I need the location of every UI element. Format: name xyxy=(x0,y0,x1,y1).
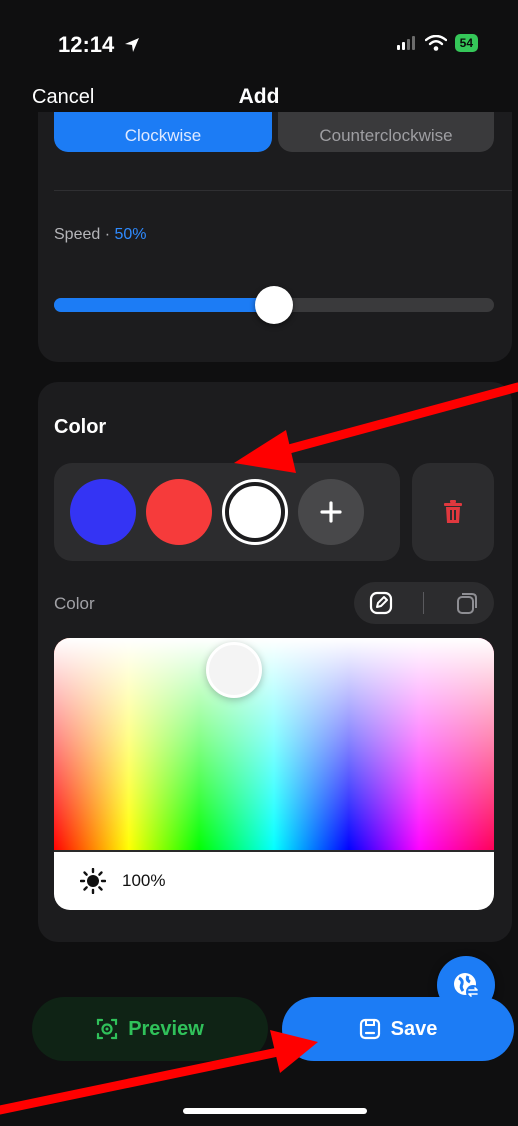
speed-slider[interactable] xyxy=(54,286,494,324)
color-swatch-white-selected[interactable] xyxy=(225,482,285,542)
wifi-icon xyxy=(424,35,447,51)
swatch-bar xyxy=(54,463,400,561)
copy-icon[interactable] xyxy=(455,591,479,615)
preview-label: Preview xyxy=(128,1017,204,1040)
counterclockwise-button[interactable]: Counterclockwise xyxy=(278,112,494,152)
motion-settings-card: Clockwise Counterclockwise Speed · 50% xyxy=(38,112,512,362)
save-icon xyxy=(359,1018,380,1040)
speed-slider-thumb[interactable] xyxy=(255,286,293,324)
color-mode-toggle xyxy=(354,582,494,624)
home-indicator xyxy=(183,1108,367,1114)
cancel-button[interactable]: Cancel xyxy=(32,86,94,109)
speed-label: Speed · 50% xyxy=(54,226,147,244)
color-swatch-blue[interactable] xyxy=(70,479,136,545)
save-button[interactable]: Save xyxy=(282,997,514,1061)
location-arrow-icon xyxy=(125,38,140,52)
plus-icon xyxy=(320,501,342,523)
color-mode-label: Color xyxy=(54,594,95,613)
battery-badge: 54 xyxy=(454,34,478,52)
cellular-signal-icon xyxy=(396,36,415,50)
sun-icon xyxy=(80,868,106,894)
delete-color-button[interactable] xyxy=(412,463,494,561)
segment-separator xyxy=(423,592,425,614)
color-picker-thumb[interactable] xyxy=(206,642,262,698)
color-spectrum[interactable] xyxy=(54,638,494,852)
add-color-button[interactable] xyxy=(298,479,364,545)
color-picker[interactable]: 100% xyxy=(54,638,494,910)
brightness-row[interactable]: 100% xyxy=(54,852,494,910)
color-card: Color Color 100% xyxy=(38,382,512,942)
preview-icon xyxy=(97,1018,118,1040)
trash-icon xyxy=(444,500,462,523)
brightness-value: 100% xyxy=(122,871,166,890)
speed-slider-fill xyxy=(54,298,274,312)
preview-button[interactable]: Preview xyxy=(32,997,268,1061)
status-indicators: 54 xyxy=(396,34,478,52)
globe-swap-icon xyxy=(454,973,480,999)
color-section-title: Color xyxy=(54,416,107,438)
save-label: Save xyxy=(390,1017,438,1040)
edit-icon[interactable] xyxy=(369,591,393,615)
speed-value: 50% xyxy=(114,226,147,243)
status-time: 12:14 xyxy=(58,32,140,58)
speed-label-text: Speed · xyxy=(54,226,115,243)
color-swatch-red[interactable] xyxy=(146,479,212,545)
clockwise-button[interactable]: Clockwise xyxy=(54,112,272,152)
divider xyxy=(54,190,512,191)
